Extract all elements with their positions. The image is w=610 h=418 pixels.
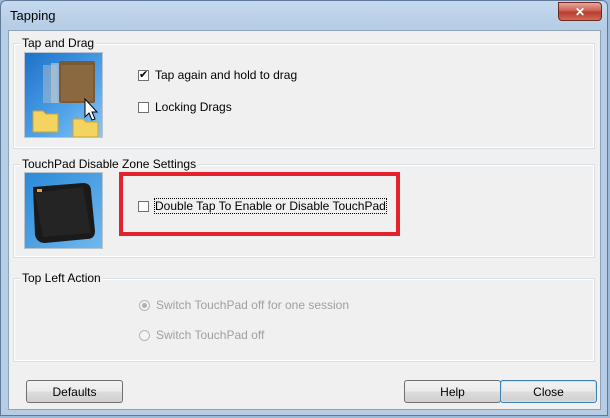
window-close-button[interactable]: ✕ bbox=[558, 2, 602, 21]
radio-off-one-session[interactable]: Switch TouchPad off for one session bbox=[139, 297, 349, 313]
title-bar: Tapping ✕ bbox=[1, 1, 607, 31]
locking-drags-label: Locking Drags bbox=[155, 100, 232, 114]
dialog-client-area: Tap and Drag Tap again and hold to drag … bbox=[8, 30, 601, 410]
top-left-action-group-title: Top Left Action bbox=[20, 271, 103, 285]
tap-hold-drag-checkbox[interactable] bbox=[138, 68, 149, 81]
locking-drags-option[interactable]: Locking Drags bbox=[138, 99, 232, 115]
radio-off-one-session-button[interactable] bbox=[139, 299, 150, 311]
radio-off-button[interactable] bbox=[139, 329, 150, 341]
disable-zone-group-title: TouchPad Disable Zone Settings bbox=[20, 157, 199, 171]
tap-hold-drag-label: Tap again and hold to drag bbox=[155, 68, 298, 82]
locking-drags-checkbox[interactable] bbox=[138, 101, 149, 113]
help-button[interactable]: Help bbox=[404, 380, 501, 403]
radio-off-label: Switch TouchPad off bbox=[156, 328, 265, 342]
tapping-dialog: Tapping ✕ Tap and Drag Tap again and hol… bbox=[0, 0, 608, 416]
touchpad-icon bbox=[24, 172, 103, 249]
tap-hold-drag-option[interactable]: Tap again and hold to drag bbox=[138, 67, 297, 83]
window-title: Tapping bbox=[10, 8, 56, 23]
top-left-action-group: Top Left Action bbox=[13, 271, 595, 362]
folders-drag-icon bbox=[24, 52, 103, 138]
radio-off[interactable]: Switch TouchPad off bbox=[139, 327, 264, 343]
radio-off-one-session-label: Switch TouchPad off for one session bbox=[156, 298, 350, 312]
close-x-icon: ✕ bbox=[574, 4, 586, 19]
tap-and-drag-group-title: Tap and Drag bbox=[20, 36, 97, 50]
highlight-annotation-box bbox=[119, 172, 400, 236]
defaults-button[interactable]: Defaults bbox=[26, 380, 123, 403]
close-button[interactable]: Close bbox=[500, 380, 597, 403]
